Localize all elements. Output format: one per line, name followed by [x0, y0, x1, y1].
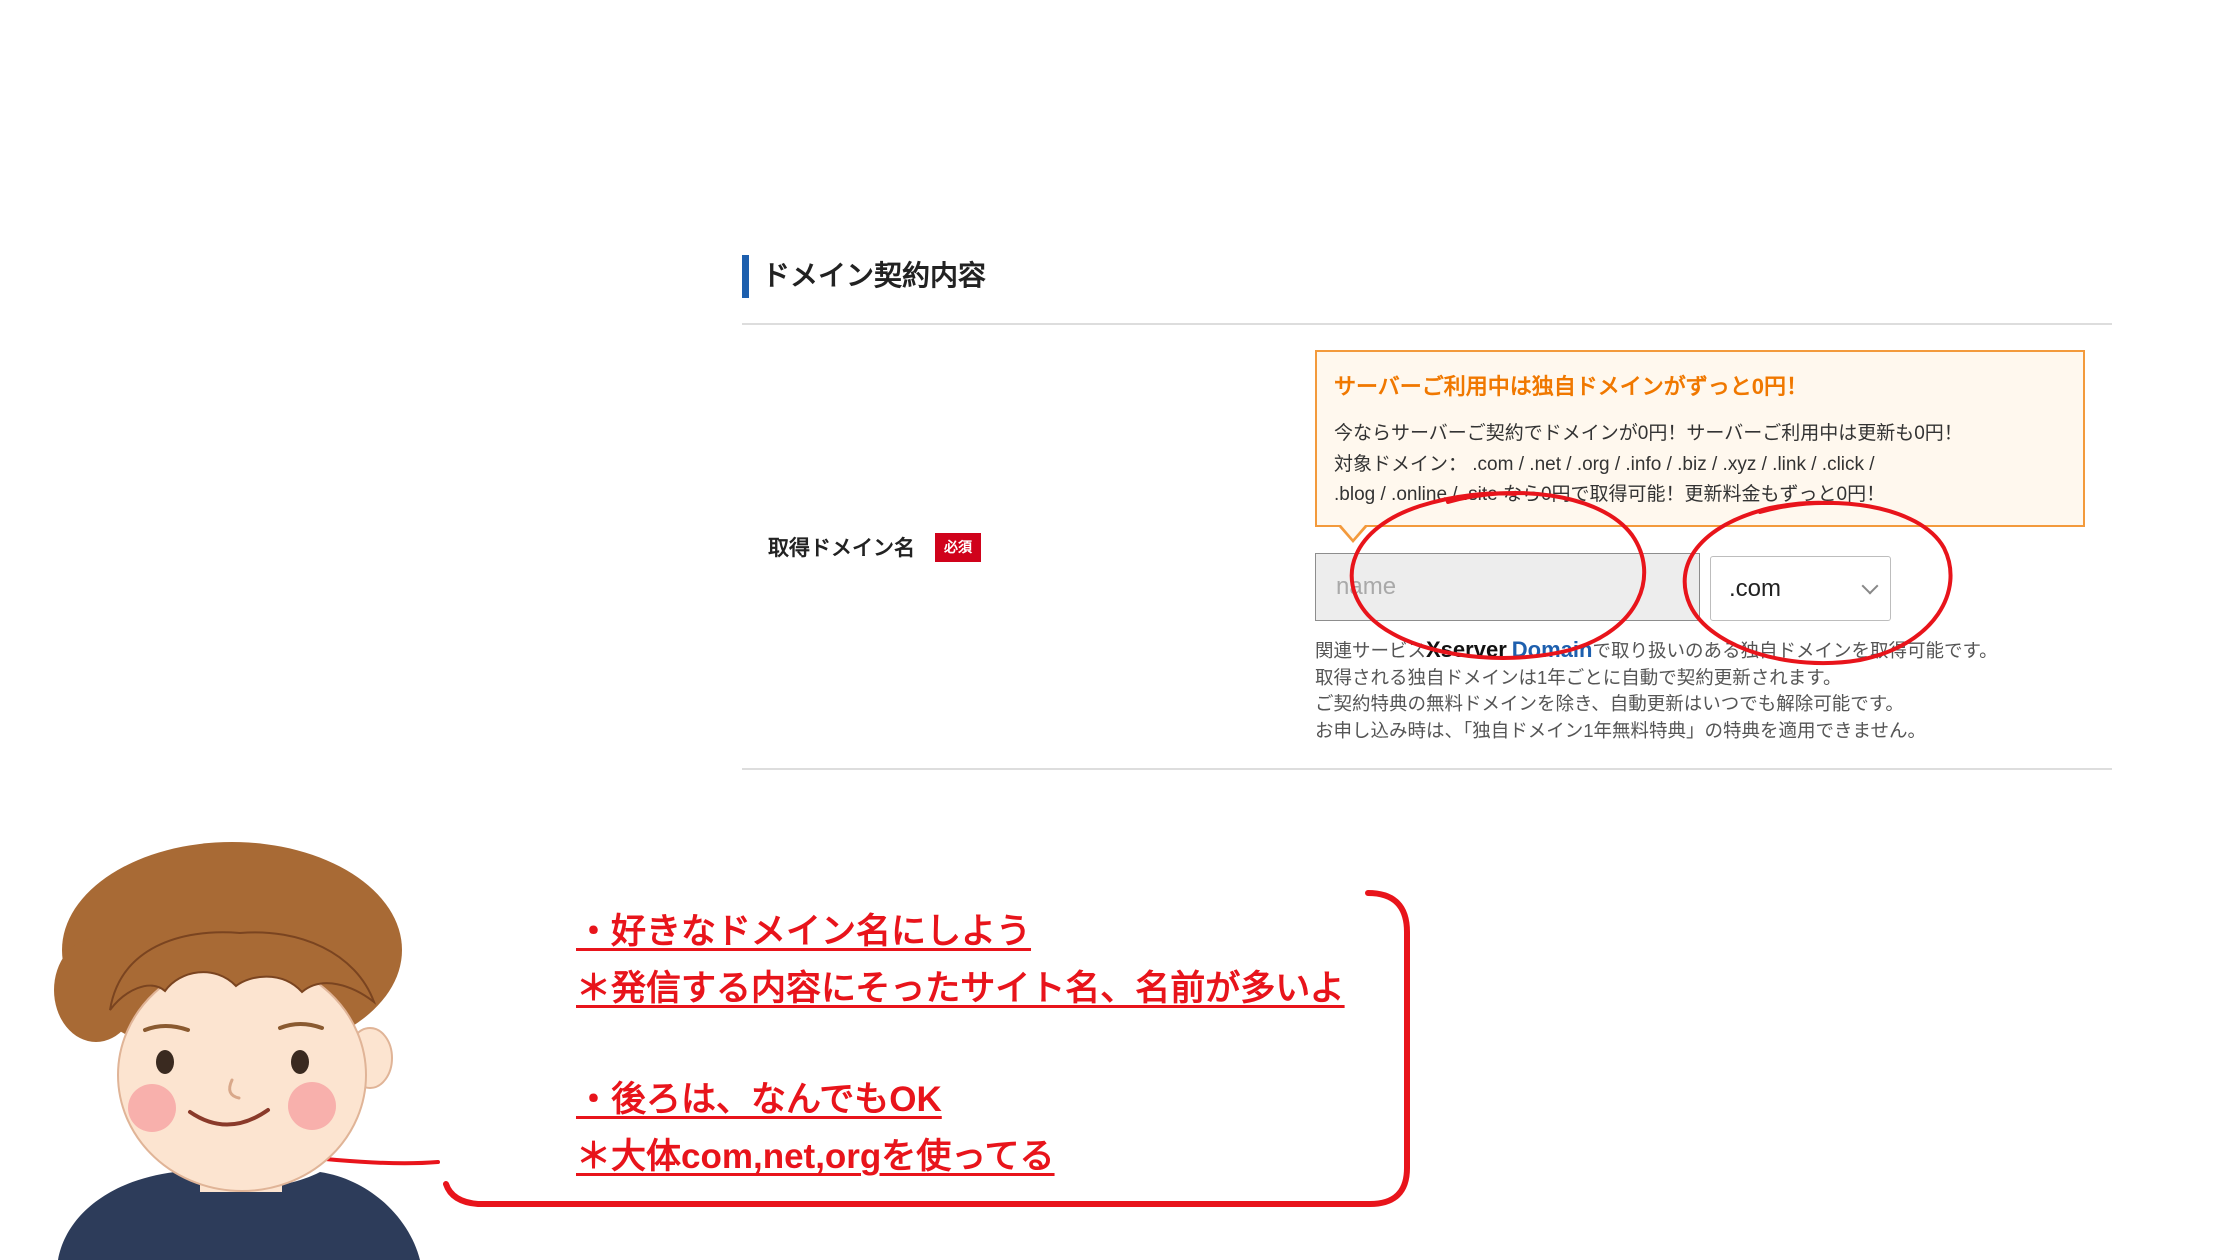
section-divider-bottom [742, 768, 2112, 770]
avatar-face [117, 958, 367, 1192]
bubble-tip-note: ＊大体com,net,orgを使ってる [576, 1137, 1055, 1176]
help-service-suffix: で取り扱いのある独自ドメインを取得可能です。 [1592, 640, 1998, 661]
speech-bubble-text: ・好きなドメイン名にしよう ＊発信する内容にそったサイト名、名前が多いよ ・後ろ… [576, 903, 1345, 1185]
tld-select[interactable]: .com [1710, 556, 1891, 621]
notice-line: 今ならサーバーご契約でドメインが0円！サーバーご利用中は更新も0円！ [1334, 423, 1963, 444]
section-divider-top [742, 323, 2112, 325]
help-line: 取得される独自ドメインは1年ごとに自動で契約更新されます。 [1315, 666, 1842, 688]
avatar-eyebrow [278, 1022, 324, 1030]
required-badge: 必須 [935, 532, 981, 562]
xserver-logo-text: Xserver [1426, 637, 1507, 662]
bubble-tip: ・後ろは、なんでもOK ＊大体com,net,orgを使ってる [576, 1071, 1345, 1185]
speech-bubble-tail [286, 1153, 440, 1166]
notice-line: 対象ドメイン： .com / .net / .org / .info / .bi… [1334, 453, 1875, 475]
domain-name-input[interactable] [1315, 553, 1700, 621]
notice-pointer-fill [1341, 525, 1365, 539]
avatar-back-hair [62, 842, 402, 1058]
avatar-side-hair [54, 938, 138, 1042]
tld-selected-value: .com [1729, 574, 1782, 602]
free-domain-notice: サーバーご利用中は独自ドメインがずっと0円！ 今ならサーバーご契約でドメインが0… [1315, 350, 2085, 527]
chevron-down-icon [1861, 577, 1879, 594]
help-line: ご契約特典の無料ドメインを除き、自動更新はいつでも解除可能です。 [1315, 693, 1904, 714]
section-title-accent-bar [742, 255, 749, 298]
domain-field-label-row: 取得ドメイン名 必須 [768, 531, 981, 563]
help-line: 関連サービスXserver Domainで取り扱いのある独自ドメインを取得可能です… [1315, 637, 1998, 665]
avatar-eye [291, 1050, 309, 1074]
bubble-tip-point: ・後ろは、なんでもOK [576, 1080, 942, 1119]
avatar-fringe [109, 931, 377, 1011]
avatar-neck [200, 1160, 282, 1192]
help-line: お申し込み時は、「独自ドメイン1年無料特典」の特典を適用できません。 [1315, 719, 1926, 741]
bubble-tip: ・好きなドメイン名にしよう ＊発信する内容にそったサイト名、名前が多いよ [576, 903, 1345, 1017]
notice-title: サーバーご利用中は独自ドメインがずっと0円！ [1334, 374, 1809, 399]
bubble-tip-point: ・好きなドメイン名にしよう [576, 912, 1032, 951]
avatar-smile [188, 1108, 270, 1127]
bubble-tip-note: ＊発信する内容にそったサイト名、名前が多いよ [576, 969, 1345, 1008]
avatar-ear [347, 1027, 393, 1089]
avatar-eye [156, 1050, 174, 1074]
avatar-cheek [128, 1084, 176, 1132]
notice-line: .blog / .online / .site なら0円で取得可能！更新料金もず… [1334, 484, 1886, 505]
avatar-shirt [58, 1172, 420, 1260]
boy-avatar-illustration [54, 842, 420, 1260]
avatar-eyebrow [143, 1024, 190, 1032]
avatar-nose [228, 1078, 241, 1100]
avatar-cheek [288, 1082, 336, 1130]
domain-logo-text: Domain [1511, 637, 1593, 662]
domain-help-text: 関連サービスXserver Domainで取り扱いのある独自ドメインを取得可能です… [1315, 637, 1998, 744]
help-service-prefix: 関連サービス [1315, 640, 1427, 661]
field-label: 取得ドメイン名 [768, 537, 915, 560]
section-title: ドメイン契約内容 [762, 260, 987, 291]
